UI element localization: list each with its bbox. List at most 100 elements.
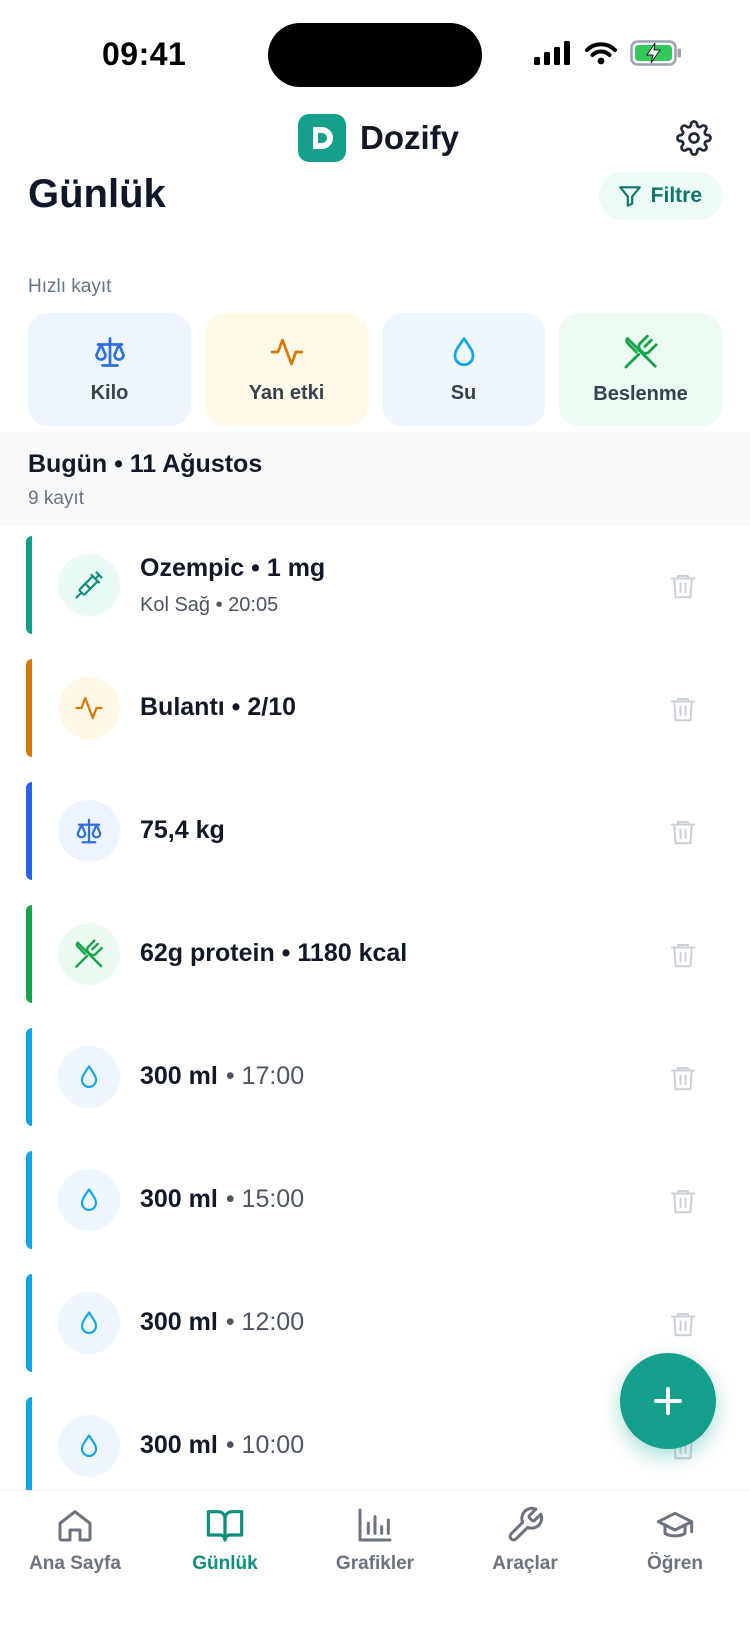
entry-title: 300 ml • 17:00 xyxy=(140,1062,304,1091)
tab-learn-label: Öğren xyxy=(647,1553,703,1574)
entry-water[interactable]: 300 ml • 12:00 xyxy=(26,1274,726,1372)
entry-accent-bar xyxy=(26,1274,32,1372)
tab-home[interactable]: Ana Sayfa xyxy=(0,1505,150,1575)
entry-amount: 300 ml xyxy=(140,1062,218,1090)
entry-title: 75,4 kg xyxy=(140,816,225,844)
dynamic-island xyxy=(268,23,482,87)
entry-icon-circle xyxy=(58,800,120,862)
entry-time: • 17:00 xyxy=(225,1062,305,1090)
app-name: Dozify xyxy=(360,119,459,156)
quick-log-side-effect[interactable]: Yan etki xyxy=(205,313,368,426)
entry-time: • 12:00 xyxy=(225,1308,305,1336)
water-drop-icon xyxy=(80,1188,98,1211)
entry-time: • 15:00 xyxy=(225,1185,305,1213)
filter-icon xyxy=(618,186,641,207)
tab-learn[interactable]: Öğren xyxy=(600,1505,750,1575)
entry-title: 300 ml • 15:00 xyxy=(140,1185,304,1214)
tab-tools[interactable]: Araçlar xyxy=(450,1505,600,1575)
entry-icon-circle xyxy=(58,677,120,739)
pulse-icon xyxy=(270,338,303,366)
entry-amount: 300 ml xyxy=(140,1308,218,1336)
entry-weight[interactable]: 75,4 kg xyxy=(26,782,726,880)
graduation-cap-icon xyxy=(656,1511,694,1538)
quick-log-water-label: Su xyxy=(450,382,477,404)
settings-button[interactable] xyxy=(674,118,714,158)
add-entry-button[interactable] xyxy=(620,1353,716,1449)
entry-icon-circle xyxy=(58,1292,120,1354)
status-time: 09:41 xyxy=(102,36,187,72)
filter-button[interactable]: Filtre xyxy=(598,172,722,220)
quick-log-kilo[interactable]: Kilo xyxy=(28,313,191,426)
utensils-crossed-icon xyxy=(75,939,103,968)
tab-journal[interactable]: Günlük xyxy=(150,1505,300,1575)
water-drop-icon xyxy=(453,337,474,367)
entry-icon-circle xyxy=(58,1415,120,1477)
utensils-crossed-icon xyxy=(624,334,657,369)
entry-title: Ozempic • 1 mg xyxy=(140,554,326,582)
entry-time: • 10:00 xyxy=(225,1431,305,1459)
trash-icon[interactable] xyxy=(668,1308,698,1340)
status-bar: 09:41 xyxy=(0,0,750,100)
scale-icon xyxy=(94,337,125,367)
wifi-icon xyxy=(585,42,617,65)
tab-charts-label: Grafikler xyxy=(335,1553,415,1574)
scale-icon xyxy=(76,818,102,844)
trash-icon[interactable] xyxy=(668,939,698,971)
entry-amount: 300 ml xyxy=(140,1431,218,1459)
logo-d-icon xyxy=(313,127,333,149)
entry-accent-bar xyxy=(26,1397,32,1495)
wrench-icon xyxy=(508,1506,544,1542)
book-icon xyxy=(206,1510,244,1542)
home-icon xyxy=(58,1510,92,1542)
tab-journal-label: Günlük xyxy=(192,1553,258,1574)
water-drop-icon xyxy=(80,1434,98,1457)
app-logo: Dozify xyxy=(298,114,459,162)
entry-icon-circle xyxy=(58,554,120,616)
trash-icon[interactable] xyxy=(668,1185,698,1217)
entry-icon-circle xyxy=(58,1169,120,1231)
entry-title: 62g protein • 1180 kcal xyxy=(140,939,408,967)
entry-nutrition[interactable]: 62g protein • 1180 kcal xyxy=(26,905,726,1003)
bar-chart-icon xyxy=(358,1508,392,1542)
battery-charging-icon xyxy=(630,40,681,66)
gear-icon xyxy=(676,120,712,156)
trash-icon[interactable] xyxy=(668,570,698,602)
entry-title: 300 ml • 10:00 xyxy=(140,1431,304,1460)
app-header: Dozify xyxy=(0,112,750,174)
entry-title: Bulantı • 2/10 xyxy=(140,693,297,721)
entry-amount: 300 ml xyxy=(140,1185,218,1213)
quick-log-side-effect-label: Yan etki xyxy=(248,382,325,404)
entry-accent-bar xyxy=(26,1028,32,1126)
day-title: Bugün • 11 Ağustos xyxy=(28,450,263,478)
entry-accent-bar xyxy=(26,536,32,634)
day-header: Bugün • 11 Ağustos 9 kayıt xyxy=(0,432,750,526)
plus-icon xyxy=(654,1387,682,1415)
trash-icon[interactable] xyxy=(668,816,698,848)
entry-water[interactable]: 300 ml • 17:00 xyxy=(26,1028,726,1126)
trash-icon[interactable] xyxy=(668,693,698,725)
quick-log-water[interactable]: Su xyxy=(382,313,545,426)
entry-water[interactable]: 300 ml • 15:00 xyxy=(26,1151,726,1249)
entry-accent-bar xyxy=(26,782,32,880)
quick-log-nutrition[interactable]: Beslenme xyxy=(559,313,722,426)
tab-charts[interactable]: Grafikler xyxy=(300,1505,450,1575)
filter-label: Filtre xyxy=(650,184,702,207)
syringe-icon xyxy=(75,571,103,599)
quick-log-kilo-label: Kilo xyxy=(90,382,129,404)
tab-home-label: Ana Sayfa xyxy=(29,1553,121,1574)
logo-mark xyxy=(298,114,346,162)
quick-log-row: Kilo Yan etki Su Beslenme xyxy=(28,313,722,426)
entry-icon-circle xyxy=(58,923,120,985)
bottom-tab-bar: Ana Sayfa Günlük Grafikler Araçlar Öğren xyxy=(0,1490,750,1630)
entry-title: 300 ml • 12:00 xyxy=(140,1308,304,1337)
entry-side-effect[interactable]: Bulantı • 2/10 xyxy=(26,659,726,757)
pulse-icon xyxy=(75,696,103,720)
cellular-signal-icon xyxy=(534,41,570,65)
entry-medication[interactable]: Ozempic • 1 mg Kol Sağ • 20:05 xyxy=(26,536,726,634)
entry-icon-circle xyxy=(58,1046,120,1108)
entry-subtitle: Kol Sağ • 20:05 xyxy=(140,594,279,616)
water-drop-icon xyxy=(80,1311,98,1334)
trash-icon[interactable] xyxy=(668,1062,698,1094)
day-entry-count: 9 kayıt xyxy=(28,488,84,509)
tab-tools-label: Araçlar xyxy=(492,1553,558,1574)
